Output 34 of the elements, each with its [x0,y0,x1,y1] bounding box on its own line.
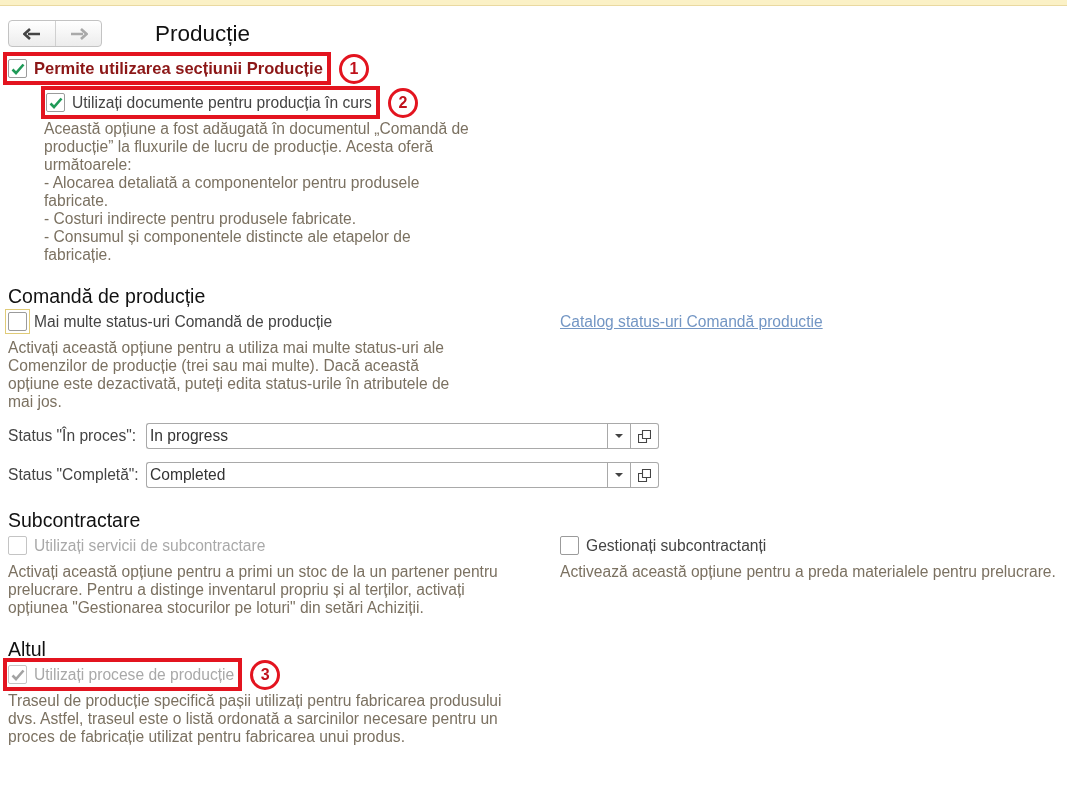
section-heading: Subcontractare [8,509,142,531]
open-button[interactable] [631,462,659,488]
caret-icon [615,434,623,438]
select-field[interactable]: Completed [146,462,607,488]
overlapping-squares-icon [638,429,651,443]
callout-badge: 3 [250,659,281,690]
field-label: Status "În proces": [8,427,138,445]
open-button[interactable] [631,423,659,449]
option-label[interactable]: Permite utilizarea secțiunii Producție [34,59,323,78]
checkbox[interactable] [8,59,27,78]
page-title: Producție [155,20,251,47]
section-heading: Comandă de producție [8,285,207,307]
option-description: Activați această opțiune pentru a utiliza mai multe status-uri ale Comenzilor de producție (trei sau mai multe). Dacă această opțiune este dezactivată, puteți edita status-urile în atributele de mai jos. [8,339,451,411]
section-heading: Altul [8,638,47,660]
checkbox[interactable] [46,93,65,112]
callout-badge: 2 [387,87,418,118]
option-label[interactable]: Gestionați subcontractanți [586,536,767,555]
checkmark-icon [10,62,25,75]
left-arrow-icon [23,27,41,40]
checkmark-icon [48,96,63,109]
option-description: Traseul de producție specifică pașii utilizați pentru fabricarea produsului dvs. Astfel, traseul este o listă ordonată a sarcinilor necesare pentru un proces de fabricație utilizat pentru fabricarea unui produs. [8,692,503,746]
checkbox[interactable] [560,536,579,555]
checkmark-icon [10,668,25,681]
option-label[interactable]: Mai multe status-uri Comandă de producție [34,312,333,331]
caret-icon [615,473,623,477]
select-field[interactable]: In progress [146,423,607,449]
option-description: Activează această opțiune pentru a preda materialele pentru prelucrare. [560,563,1057,581]
option-description: Activați această opțiune pentru a primi un stoc de la un partener pentru prelucrare. Pentru a distinge inventarul propriu și al terților, activați opțiunea "Gestionarea stocurilor pe loturi" din setări Achiziții. [8,563,499,617]
overlapping-squares-icon [638,468,651,482]
field-label: Status "Completă": [8,466,140,484]
option-description: Această opțiune a fost adăugată în documentul „Comandă de producție” la fluxurile de lucru de producție. Acesta oferă următoarele: - Alocarea detaliată a componentelor pentru produsele fabricate. - Costuri indirecte pentru produsele fabricate. - Consumul și componentele distincte ale etapelor de fabricație. [44,120,470,264]
option-label[interactable]: Utilizați documente pentru producția în curs [72,93,372,112]
right-arrow-icon [69,27,88,40]
callout-badge: 1 [338,53,369,84]
